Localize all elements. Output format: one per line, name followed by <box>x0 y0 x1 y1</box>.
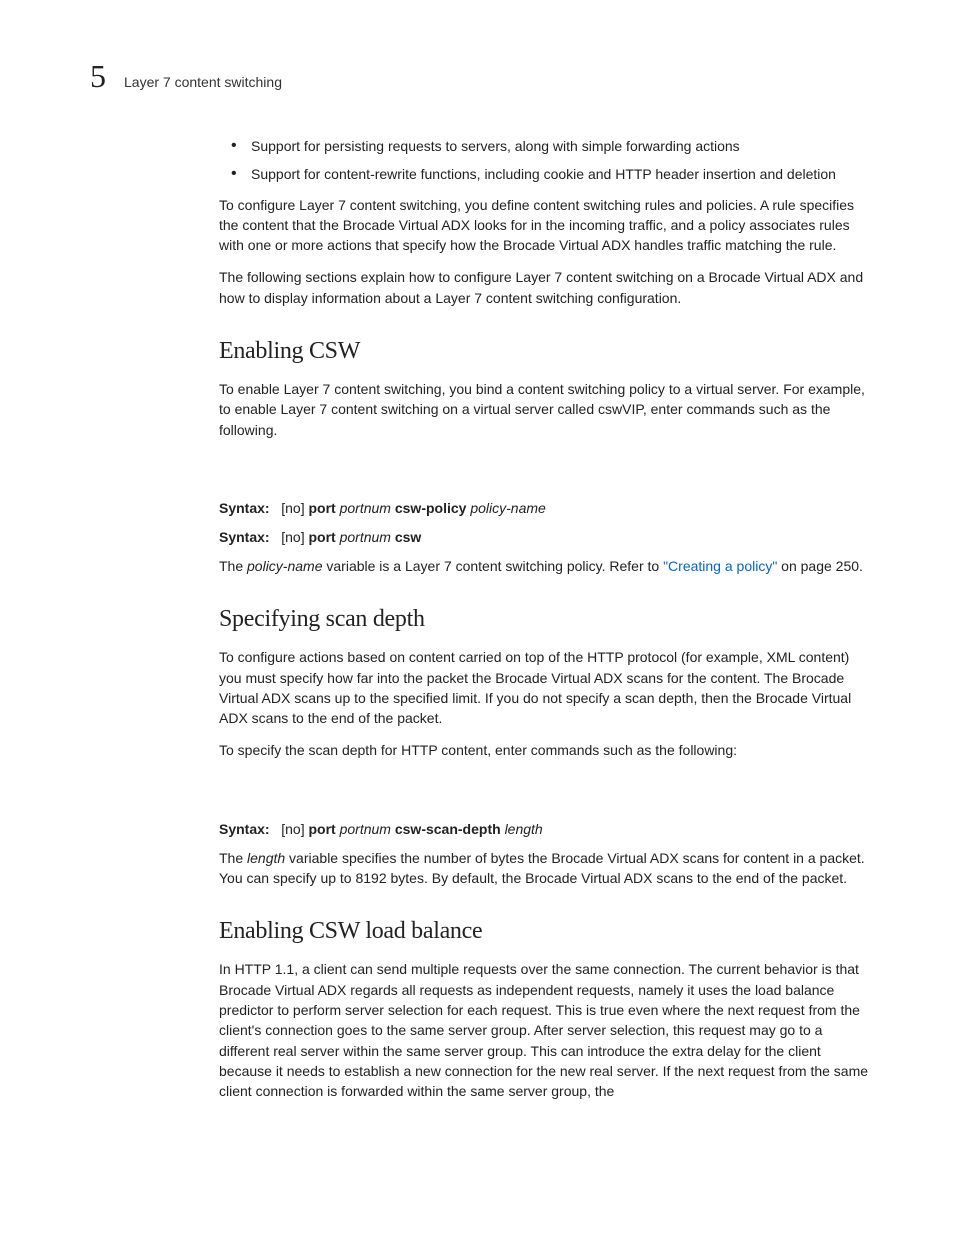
syntax-label: Syntax: <box>219 529 270 545</box>
syntax-csw-policy-kw: csw-policy <box>395 500 467 516</box>
syntax-portnum-var: portnum <box>340 821 391 837</box>
creating-a-policy-link[interactable]: "Creating a policy" <box>663 558 777 574</box>
section-heading-enabling-csw: Enabling CSW <box>219 338 874 365</box>
body-paragraph: The policy-name variable is a Layer 7 co… <box>219 556 874 576</box>
syntax-portnum-var: portnum <box>340 500 391 516</box>
blank-space <box>219 452 874 498</box>
body-paragraph: To configure Layer 7 content switching, … <box>219 195 874 256</box>
body-paragraph: The following sections explain how to co… <box>219 267 874 308</box>
syntax-portnum-var: portnum <box>340 529 391 545</box>
page-header: 5 Layer 7 content switching <box>90 58 874 95</box>
feature-bullet-list: Support for persisting requests to serve… <box>219 136 874 185</box>
list-item: Support for content-rewrite functions, i… <box>219 164 874 184</box>
syntax-port-kw: port <box>309 821 336 837</box>
text-fragment: variable specifies the number of bytes t… <box>219 850 865 886</box>
body-paragraph: In HTTP 1.1, a client can send multiple … <box>219 959 874 1101</box>
body-paragraph: To enable Layer 7 content switching, you… <box>219 379 874 440</box>
section-heading-scan-depth: Specifying scan depth <box>219 606 874 633</box>
syntax-label: Syntax: <box>219 821 270 837</box>
syntax-line: Syntax: [no] port portnum csw-scan-depth… <box>219 819 874 840</box>
chapter-number: 5 <box>90 58 106 95</box>
body-paragraph: To specify the scan depth for HTTP conte… <box>219 740 874 760</box>
policy-name-var: policy-name <box>247 558 322 574</box>
syntax-port-kw: port <box>309 500 336 516</box>
syntax-scan-depth-kw: csw-scan-depth <box>395 821 501 837</box>
section-heading-csw-load-balance: Enabling CSW load balance <box>219 918 874 945</box>
list-item: Support for persisting requests to serve… <box>219 136 874 156</box>
text-fragment: The <box>219 850 247 866</box>
page-content: Support for persisting requests to serve… <box>219 136 874 1113</box>
text-fragment: on page 250. <box>777 558 863 574</box>
syntax-label: Syntax: <box>219 500 270 516</box>
syntax-no: [no] <box>281 500 304 516</box>
body-paragraph: The length variable specifies the number… <box>219 848 874 889</box>
syntax-no: [no] <box>281 821 304 837</box>
text-fragment: The <box>219 558 247 574</box>
syntax-policy-name-var: policy-name <box>470 500 545 516</box>
blank-space <box>219 773 874 819</box>
length-var: length <box>247 850 285 866</box>
syntax-no: [no] <box>281 529 304 545</box>
chapter-title: Layer 7 content switching <box>124 74 282 90</box>
syntax-csw-kw: csw <box>395 529 421 545</box>
syntax-port-kw: port <box>309 529 336 545</box>
syntax-line: Syntax: [no] port portnum csw <box>219 527 874 548</box>
syntax-line: Syntax: [no] port portnum csw-policy pol… <box>219 498 874 519</box>
body-paragraph: To configure actions based on content ca… <box>219 647 874 728</box>
text-fragment: variable is a Layer 7 content switching … <box>323 558 664 574</box>
syntax-length-var: length <box>505 821 543 837</box>
